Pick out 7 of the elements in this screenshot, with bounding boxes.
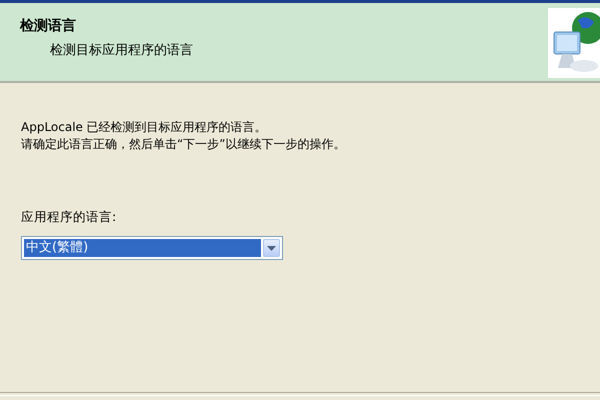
page-title: 检测语言 bbox=[20, 17, 77, 35]
instruction-text: AppLocale 已经检测到目标应用程序的语言。 bbox=[21, 119, 268, 136]
language-dropdown[interactable]: 中文(繁體) bbox=[21, 236, 283, 260]
field-label: 应用程序的语言: bbox=[21, 209, 118, 226]
instruction-text: 请确定此语言正确，然后单击“下一步”以继续下一步的操作。 bbox=[21, 136, 346, 153]
globe-computer-icon bbox=[548, 8, 600, 78]
page-subtitle: 检测目标应用程序的语言 bbox=[49, 42, 193, 59]
